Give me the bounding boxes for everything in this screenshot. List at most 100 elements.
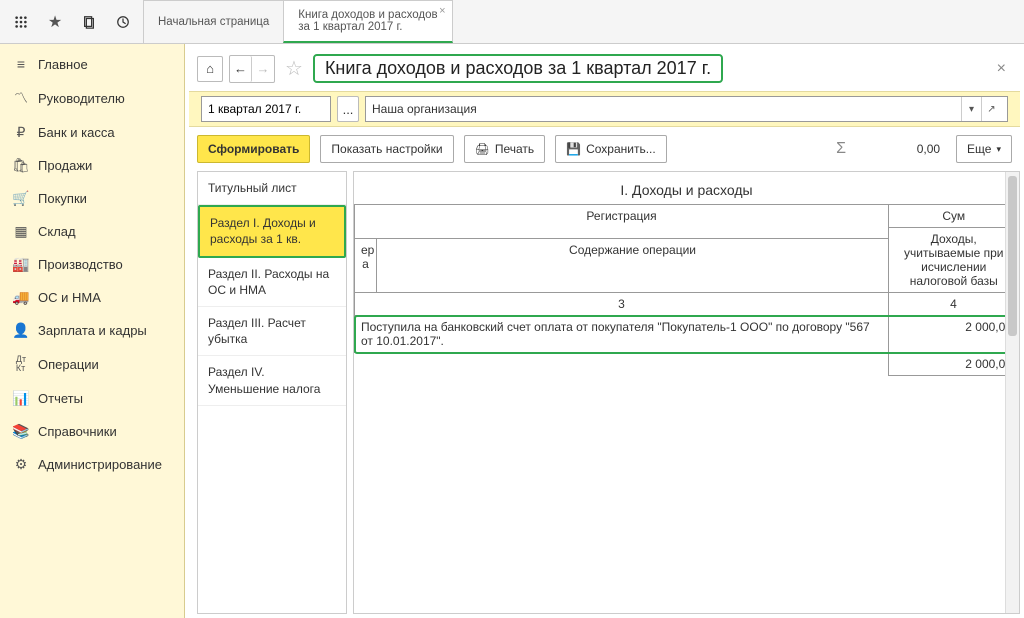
toolbar: Сформировать Показать настройки 🖨Печать … xyxy=(185,127,1024,171)
org-select[interactable]: Наша организация ▾ ↗ xyxy=(365,96,1008,122)
nav-warehouse[interactable]: ▦Склад xyxy=(0,215,184,248)
nav-label: Операции xyxy=(38,357,99,372)
show-settings-button[interactable]: Показать настройки xyxy=(320,135,453,163)
more-button[interactable]: Еще▾ xyxy=(956,135,1012,163)
nav-label: Главное xyxy=(38,57,88,72)
nav-catalogs[interactable]: 📚 Справочники xyxy=(0,415,184,448)
nav-label: Банк и касса xyxy=(38,125,115,140)
sections-panel: Титульный лист Раздел I. Доходы и расход… xyxy=(197,171,347,614)
save-button[interactable]: 💾Сохранить... xyxy=(555,135,667,163)
col-registration: Регистрация xyxy=(355,205,889,239)
report-table: Регистрация Сум Доходы, учитываемые при … xyxy=(354,204,1019,376)
tab-close-icon[interactable]: × xyxy=(439,5,445,17)
nav-os-nma[interactable]: 🚚 ОС и НМА xyxy=(0,281,184,314)
nav-label: Продажи xyxy=(38,158,92,173)
body-row: Титульный лист Раздел I. Доходы и расход… xyxy=(185,171,1024,618)
section-iii[interactable]: Раздел III. Расчет убытка xyxy=(198,307,346,356)
nav-hr[interactable]: 👤 Зарплата и кадры xyxy=(0,314,184,347)
row-content: Поступила на банковский счет оплата от п… xyxy=(355,316,889,353)
nav-production[interactable]: 🏭 Производство xyxy=(0,248,184,281)
col-content: Содержание операции xyxy=(377,238,889,292)
apps-icon[interactable] xyxy=(6,7,36,37)
system-icons: ★ xyxy=(0,0,144,43)
close-page-icon[interactable]: × xyxy=(991,60,1012,78)
nav-operations[interactable]: ДтКт Операции xyxy=(0,347,184,382)
back-button[interactable]: ← xyxy=(230,56,252,82)
content-area: ⌂ ← → ☆ Книга доходов и расходов за 1 кв… xyxy=(185,44,1024,618)
nav-main[interactable]: ≡ Главное xyxy=(0,48,184,80)
period-input[interactable] xyxy=(201,96,331,122)
sigma-icon: Σ xyxy=(836,140,846,158)
page-title: Книга доходов и расходов за 1 квартал 20… xyxy=(313,54,723,83)
nav-bank[interactable]: ₽ Банк и касса xyxy=(0,116,184,149)
clipboard-icon[interactable] xyxy=(74,7,104,37)
section-i[interactable]: Раздел I. Доходы и расходы за 1 кв. xyxy=(198,205,346,257)
tab-label: Начальная страница xyxy=(158,16,269,28)
nav-label: Склад xyxy=(38,224,76,239)
history-icon[interactable] xyxy=(108,7,138,37)
table-total-row: 2 000,00 xyxy=(355,353,1019,376)
chart-icon: 〽 xyxy=(10,88,32,108)
factory-icon: 🏭 xyxy=(10,256,32,273)
section-iv[interactable]: Раздел IV. Уменьшение налога xyxy=(198,356,346,405)
nav-label: Зарплата и кадры xyxy=(38,323,147,338)
row-amount: 2 000,00 xyxy=(889,316,1019,353)
tab-label-l2: за 1 квартал 2017 г. xyxy=(298,21,437,33)
gear-icon: ⚙ xyxy=(10,456,32,473)
star-top-icon[interactable]: ★ xyxy=(40,7,70,37)
table-row[interactable]: Поступила на банковский счет оплата от п… xyxy=(355,316,1019,353)
book-icon: 📚 xyxy=(10,423,32,440)
nav-label: Покупки xyxy=(38,191,87,206)
printer-icon: 🖨 xyxy=(475,142,490,156)
open-ref-icon[interactable]: ↗ xyxy=(981,97,1001,121)
cart-icon: 🛒 xyxy=(10,190,32,207)
ruble-icon: ₽ xyxy=(10,124,32,141)
title-row: ⌂ ← → ☆ Книга доходов и расходов за 1 кв… xyxy=(185,44,1024,91)
tabs: Начальная страница Книга доходов и расхо… xyxy=(144,0,453,43)
nav-label: Справочники xyxy=(38,424,117,439)
report-title: I. Доходы и расходы xyxy=(354,172,1019,204)
nav-admin[interactable]: ⚙ Администрирование xyxy=(0,448,184,481)
main-layout: ≡ Главное 〽 Руководителю ₽ Банк и касса 🛍 Пр… xyxy=(0,44,1024,618)
nav-label: Отчеты xyxy=(38,391,83,406)
col-number: ера xyxy=(355,238,377,292)
bag-icon: 🛍 xyxy=(10,157,32,174)
favorite-icon[interactable]: ☆ xyxy=(285,56,303,81)
nav-label: ОС и НМА xyxy=(38,290,101,305)
home-button[interactable]: ⌂ xyxy=(197,56,223,82)
titlebar: ★ Начальная страница Книга доходов и рас… xyxy=(0,0,1024,44)
nav-label: Производство xyxy=(38,257,123,272)
truck-icon: 🚚 xyxy=(10,289,32,306)
nav-reports[interactable]: 📊 Отчеты xyxy=(0,382,184,415)
disk-icon: 💾 xyxy=(566,142,581,156)
period-picker-button[interactable]: ... xyxy=(337,96,359,122)
report-pane[interactable]: I. Доходы и расходы Регистрация Сум Дохо… xyxy=(353,171,1020,614)
scrollbar-thumb[interactable] xyxy=(1008,176,1017,336)
print-button[interactable]: 🖨Печать xyxy=(464,135,546,163)
nav-manager[interactable]: 〽 Руководителю xyxy=(0,80,184,116)
nav-label: Руководителю xyxy=(38,91,125,106)
menu-icon: ≡ xyxy=(10,56,32,72)
filter-row: ... Наша организация ▾ ↗ xyxy=(189,91,1020,127)
forward-button[interactable]: → xyxy=(252,56,274,82)
nav-label: Администрирование xyxy=(38,457,162,472)
section-ii[interactable]: Раздел II. Расходы на ОС и НМА xyxy=(198,258,346,307)
left-nav: ≡ Главное 〽 Руководителю ₽ Банк и касса 🛍 Пр… xyxy=(0,44,185,618)
scrollbar[interactable] xyxy=(1005,172,1019,613)
user-icon: 👤 xyxy=(10,322,32,339)
tab-kudir[interactable]: Книга доходов и расходов за 1 квартал 20… xyxy=(283,0,452,43)
tab-label-l1: Книга доходов и расходов xyxy=(298,9,437,21)
sum-value: 0,00 xyxy=(856,142,946,156)
total-amount: 2 000,00 xyxy=(889,353,1019,376)
dtkt-icon: ДтКт xyxy=(10,355,32,374)
dropdown-icon[interactable]: ▾ xyxy=(961,97,981,121)
section-title-page[interactable]: Титульный лист xyxy=(198,172,346,205)
tab-home[interactable]: Начальная страница xyxy=(143,0,284,43)
nav-sales[interactable]: 🛍 Продажи xyxy=(0,149,184,182)
generate-button[interactable]: Сформировать xyxy=(197,135,310,163)
chevron-down-icon: ▾ xyxy=(996,144,1001,155)
col-idx-3: 3 xyxy=(355,293,889,316)
bars-icon: 📊 xyxy=(10,390,32,407)
nav-purchases[interactable]: 🛒 Покупки xyxy=(0,182,184,215)
col-sum: Сум Доходы, учитываемые при исчислении н… xyxy=(889,205,1019,293)
